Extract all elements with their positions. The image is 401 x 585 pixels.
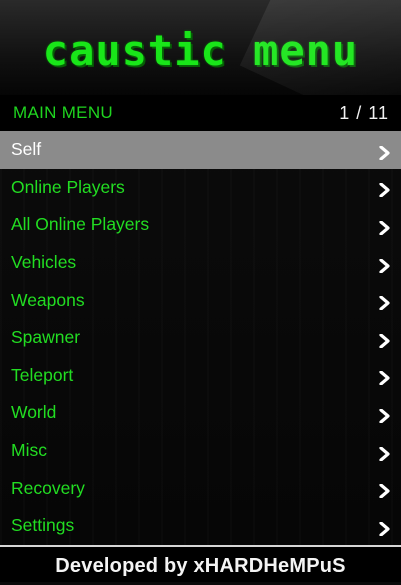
menu-footer: Developed by xHARDHeMPuS [0,547,401,582]
trainer-menu: caustic menu MAIN MENU 1 / 11 Self Onlin… [0,0,401,582]
developer-credit: Developed by xHARDHeMPuS [55,555,346,577]
menu-item-label: Weapons [11,289,85,310]
menu-item-world[interactable]: World [0,394,401,432]
menu-item-all-online-players[interactable]: All Online Players [0,206,401,244]
menu-item-recovery[interactable]: Recovery [0,469,401,507]
menu-item-online-players[interactable]: Online Players [0,169,401,207]
menu-item-vehicles[interactable]: Vehicles [0,244,401,282]
menu-item-self[interactable]: Self [0,131,401,169]
chevron-right-icon [373,366,397,390]
menu-item-teleport[interactable]: Teleport [0,357,401,395]
chevron-right-icon [373,216,397,240]
menu-item-list: Self Online Players All Online Players V… [0,131,401,545]
chevron-right-icon [373,141,397,165]
menu-subheader: MAIN MENU 1 / 11 [0,95,401,131]
chevron-right-icon [373,254,397,278]
menu-item-spawner[interactable]: Spawner [0,319,401,357]
chevron-right-icon [373,479,397,503]
menu-item-weapons[interactable]: Weapons [0,281,401,319]
menu-item-label: Online Players [11,176,125,197]
menu-item-label: Vehicles [11,252,77,273]
menu-item-misc[interactable]: Misc [0,432,401,470]
menu-item-label: Misc [11,440,47,461]
menu-item-label: Self [11,139,42,160]
menu-item-label: Settings [11,515,75,536]
chevron-right-icon [373,517,397,541]
menu-item-label: World [11,402,57,423]
page-indicator: 1 / 11 [339,102,389,123]
menu-header: caustic menu [0,0,401,95]
menu-item-label: Recovery [11,477,85,498]
menu-section-title: MAIN MENU [13,103,113,122]
chevron-right-icon [373,442,397,466]
menu-logo-title: caustic menu [42,26,359,75]
chevron-right-icon [373,291,397,315]
chevron-right-icon [373,404,397,428]
menu-item-label: Spawner [11,327,81,348]
menu-item-label: All Online Players [11,214,150,235]
menu-item-label: Teleport [11,364,74,385]
chevron-right-icon [373,329,397,353]
menu-item-settings[interactable]: Settings [0,507,401,545]
chevron-right-icon [373,178,397,202]
